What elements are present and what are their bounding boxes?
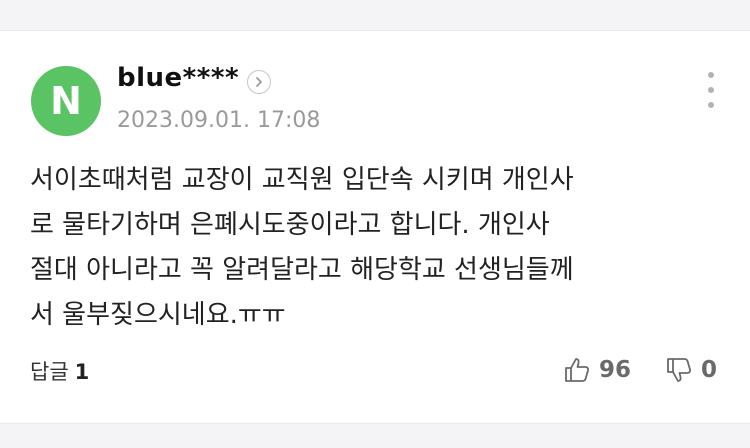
dislike-button[interactable]: 0 [665,354,717,386]
reply-count: 1 [74,360,90,384]
avatar[interactable]: N [31,66,101,136]
profile-link-button[interactable] [247,70,271,94]
comment-body: 서이초때처럼 교장이 교직원 입단속 시키며 개인사 로 물타기하며 은폐시도중… [30,165,574,330]
like-button[interactable]: 96 [563,354,631,386]
more-vertical-icon-dot [708,102,714,108]
next-comment-divider [0,423,750,448]
reply-label: 답글 [30,360,69,384]
comment-timestamp: 2023.09.01. 17:08 [117,108,321,133]
username[interactable]: blue**** [117,63,239,93]
like-count: 96 [599,357,632,383]
chevron-right-icon [256,77,262,87]
more-vertical-icon [708,72,714,78]
more-vertical-icon-dot [708,87,714,93]
thumbs-down-icon [667,358,692,382]
dislike-count: 0 [701,357,718,383]
thumbs-up-icon [565,358,590,382]
reply-button[interactable]: 답글 1 [30,356,89,386]
avatar-letter: N [50,79,82,123]
previous-comment-divider [0,0,750,31]
more-menu-button[interactable] [700,72,722,108]
